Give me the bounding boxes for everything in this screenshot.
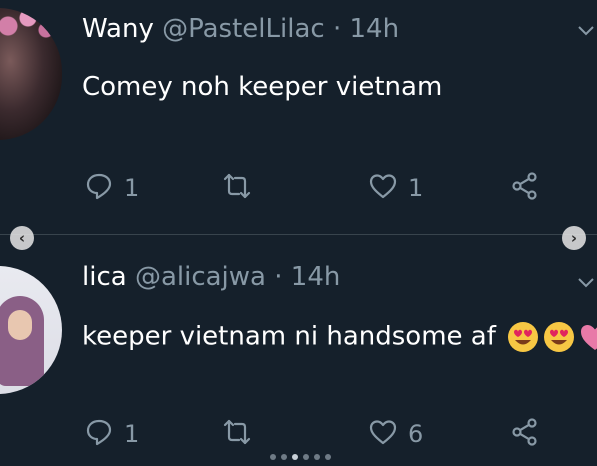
separator: · bbox=[274, 262, 283, 292]
avatar-flower-crown bbox=[0, 8, 58, 48]
pagination-dot[interactable] bbox=[314, 454, 320, 460]
like-icon bbox=[368, 417, 398, 451]
retweet-button[interactable] bbox=[222, 416, 262, 452]
retweet-button[interactable] bbox=[222, 170, 262, 206]
avatar[interactable] bbox=[0, 8, 62, 140]
tweet-text-content: keeper vietnam ni handsome af bbox=[82, 321, 496, 352]
tweet-text: keeper vietnam ni handsome af bbox=[82, 320, 597, 354]
user-handle[interactable]: @PastelLilac bbox=[162, 14, 325, 44]
pagination-dot[interactable] bbox=[325, 454, 331, 460]
display-name[interactable]: Wany bbox=[82, 14, 154, 44]
carousel-pagination[interactable] bbox=[270, 454, 331, 460]
tweet-actions: 1 1 bbox=[0, 170, 597, 210]
heart-eyes-emoji bbox=[542, 320, 576, 354]
tweet-header: lica @alicajwa · 14h bbox=[82, 262, 340, 292]
reply-count: 1 bbox=[124, 420, 140, 448]
separator: · bbox=[332, 14, 342, 44]
like-icon bbox=[368, 171, 398, 205]
like-count: 6 bbox=[408, 420, 424, 448]
share-icon bbox=[510, 171, 540, 205]
chevron-down-icon[interactable] bbox=[577, 274, 595, 292]
tweet-card[interactable]: Wany @PastelLilac · 14h Comey noh keeper… bbox=[0, 0, 597, 230]
chevron-down-icon[interactable] bbox=[577, 22, 595, 40]
share-button[interactable] bbox=[510, 416, 540, 452]
reply-button[interactable]: 1 bbox=[84, 170, 139, 206]
pagination-dot-active[interactable] bbox=[292, 454, 298, 460]
pagination-dot[interactable] bbox=[270, 454, 276, 460]
retweet-icon bbox=[222, 171, 252, 205]
tweet-header: Wany @PastelLilac · 14h bbox=[82, 14, 399, 44]
timestamp[interactable]: 14h bbox=[349, 14, 399, 44]
pagination-dot[interactable] bbox=[303, 454, 309, 460]
avatar[interactable] bbox=[0, 266, 62, 394]
user-handle[interactable]: @alicajwa bbox=[135, 262, 266, 292]
timestamp[interactable]: 14h bbox=[291, 262, 341, 292]
retweet-icon bbox=[222, 417, 252, 451]
pink-heart-emoji bbox=[578, 320, 597, 354]
like-button[interactable]: 1 bbox=[368, 170, 423, 206]
reply-button[interactable]: 1 bbox=[84, 416, 139, 452]
avatar-face bbox=[8, 310, 32, 340]
reply-icon bbox=[84, 417, 114, 451]
tweet-text: Comey noh keeper vietnam bbox=[82, 72, 442, 102]
tweet-feed: Wany @PastelLilac · 14h Comey noh keeper… bbox=[0, 0, 597, 466]
heart-eyes-emoji bbox=[506, 320, 540, 354]
tweet-text-content: Comey noh keeper vietnam bbox=[82, 72, 443, 102]
pagination-dot[interactable] bbox=[281, 454, 287, 460]
like-count: 1 bbox=[408, 174, 424, 202]
tweet-actions: 1 6 bbox=[0, 416, 597, 456]
display-name[interactable]: lica bbox=[82, 262, 127, 292]
tweet-divider bbox=[0, 234, 597, 235]
reply-count: 1 bbox=[124, 174, 140, 202]
share-button[interactable] bbox=[510, 170, 540, 206]
reply-icon bbox=[84, 171, 114, 205]
like-button[interactable]: 6 bbox=[368, 416, 423, 452]
share-icon bbox=[510, 417, 540, 451]
tweet-card[interactable]: lica @alicajwa · 14h keeper vietnam ni h… bbox=[0, 240, 597, 466]
